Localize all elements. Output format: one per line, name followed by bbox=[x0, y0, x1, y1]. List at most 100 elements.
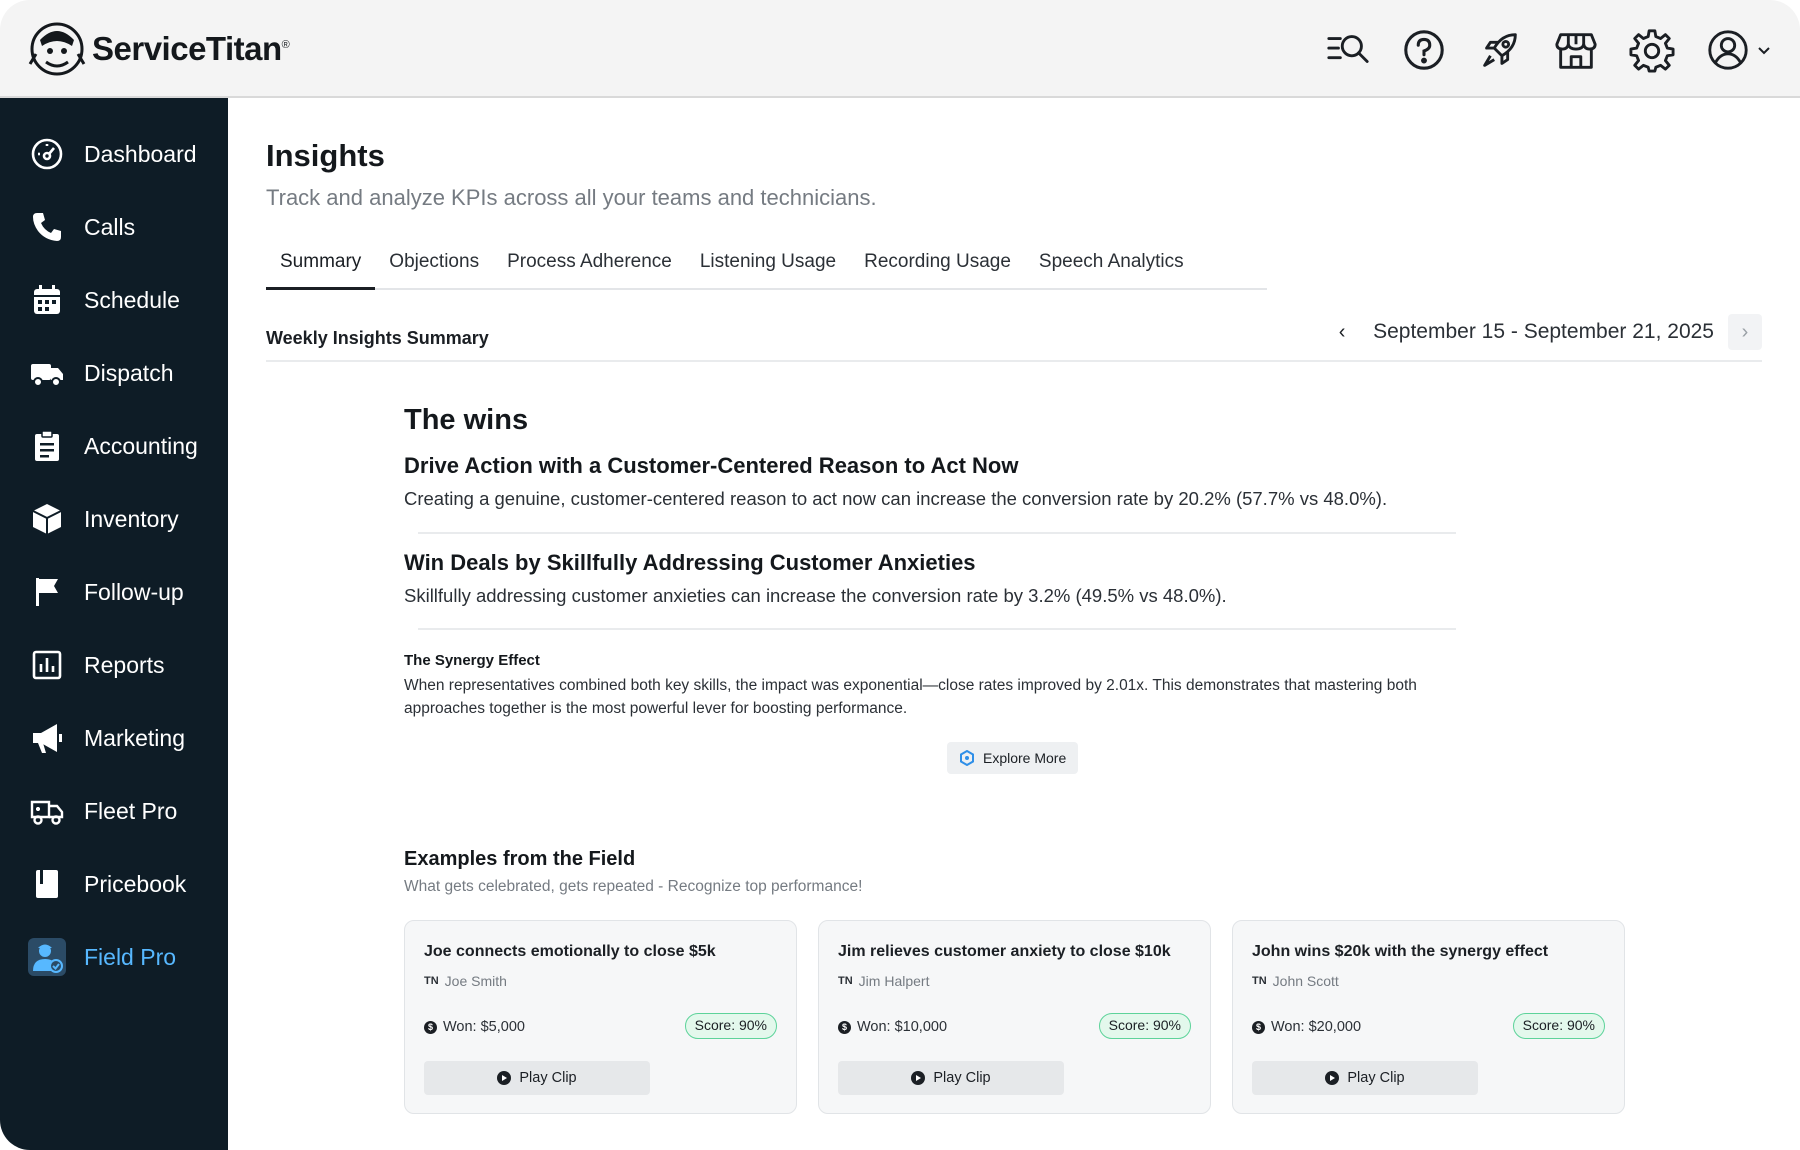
play-clip-button[interactable]: Play Clip bbox=[838, 1061, 1064, 1095]
store-icon[interactable] bbox=[1552, 26, 1600, 74]
win-text: Skillfully addressing customer anxieties… bbox=[404, 585, 1227, 606]
flag-icon bbox=[28, 573, 66, 611]
score-badge: Score: 90% bbox=[1512, 1013, 1605, 1039]
examples-heading: Examples from the Field bbox=[404, 848, 636, 870]
play-clip-label: Play Clip bbox=[519, 1070, 577, 1086]
win-title: Win Deals by Skillfully Addressing Custo… bbox=[404, 550, 976, 575]
phone-icon bbox=[28, 208, 66, 246]
account-icon[interactable] bbox=[1704, 26, 1752, 74]
rocket-icon[interactable] bbox=[1476, 26, 1524, 74]
won-amount-label: Won: $10,000 bbox=[857, 1019, 948, 1035]
fleet-truck-icon bbox=[28, 792, 66, 830]
titan-head-icon bbox=[28, 22, 86, 76]
sidebar-item-label: Reports bbox=[84, 651, 165, 678]
sidebar-item-fleet-pro[interactable]: Fleet Pro bbox=[28, 787, 177, 835]
sidebar-item-marketing[interactable]: Marketing bbox=[28, 714, 185, 762]
play-clip-label: Play Clip bbox=[933, 1070, 991, 1086]
score-badge: Score: 90% bbox=[684, 1013, 777, 1039]
sidebar-item-label: Calls bbox=[84, 213, 136, 240]
calendar-icon bbox=[28, 281, 66, 319]
sidebar-item-follow-up[interactable]: Follow-up bbox=[28, 568, 184, 616]
sidebar-item-field-pro[interactable]: Field Pro bbox=[28, 933, 176, 981]
card-title: Jim relieves customer anxiety to close $… bbox=[838, 943, 1171, 960]
sidebar-item-pricebook[interactable]: Pricebook bbox=[28, 860, 186, 908]
technician-name-label: Jim Halpert bbox=[858, 973, 930, 989]
play-icon bbox=[1325, 1071, 1340, 1085]
synergy-text: When representatives combined both key s… bbox=[404, 677, 1417, 717]
page-title: Insights bbox=[266, 138, 385, 173]
sidebar-item-schedule[interactable]: Schedule bbox=[28, 276, 180, 324]
sidebar-item-reports[interactable]: Reports bbox=[28, 641, 165, 689]
clipboard-icon bbox=[28, 427, 66, 465]
sidebar-item-label: Dashboard bbox=[84, 140, 197, 167]
technician-badge: TN bbox=[1252, 975, 1267, 987]
sidebar-item-label: Pricebook bbox=[84, 870, 187, 897]
sidebar-item-label: Schedule bbox=[84, 286, 180, 313]
megaphone-icon bbox=[28, 719, 66, 757]
bar-chart-icon bbox=[28, 646, 66, 684]
play-icon bbox=[911, 1071, 926, 1085]
win-text: Creating a genuine, customer-centered re… bbox=[404, 488, 1388, 509]
play-clip-label: Play Clip bbox=[1347, 1070, 1405, 1086]
won-amount-label: Won: $20,000 bbox=[1271, 1019, 1362, 1035]
example-card[interactable]: Jim relieves customer anxiety to close $… bbox=[818, 920, 1211, 1114]
book-icon bbox=[28, 865, 66, 903]
sidebar-item-accounting[interactable]: Accounting bbox=[28, 422, 198, 470]
won-amount: $ Won: $10,000 bbox=[838, 1019, 947, 1035]
won-amount: $ Won: $5,000 bbox=[424, 1019, 525, 1035]
technician-badge: TN bbox=[424, 975, 439, 987]
truck-icon bbox=[28, 354, 66, 392]
sidebar: Dashboard Calls Schedule Dispatch Accoun… bbox=[0, 98, 228, 1150]
sidebar-item-label: Marketing bbox=[84, 724, 185, 751]
dollar-icon: $ bbox=[1252, 1020, 1265, 1034]
dollar-icon: $ bbox=[424, 1020, 437, 1034]
wins-heading: The wins bbox=[404, 404, 529, 436]
registered-mark: ® bbox=[281, 39, 290, 51]
servicetitan-logo[interactable]: ServiceTitan® bbox=[28, 20, 290, 78]
hexagon-icon bbox=[960, 750, 974, 766]
divider bbox=[418, 532, 1456, 534]
account-menu[interactable] bbox=[1704, 26, 1772, 74]
sidebar-item-label: Fleet Pro bbox=[84, 797, 178, 824]
sidebar-item-calls[interactable]: Calls bbox=[28, 203, 135, 251]
brand-name: ServiceTitan® bbox=[92, 30, 290, 67]
sidebar-item-label: Inventory bbox=[84, 505, 179, 532]
technician-name: TN Joe Smith bbox=[424, 973, 507, 989]
tab-summary[interactable]: Summary bbox=[266, 246, 376, 290]
play-icon bbox=[497, 1071, 512, 1085]
example-card[interactable]: Joe connects emotionally to close $5k TN… bbox=[404, 920, 797, 1114]
sidebar-item-dashboard[interactable]: Dashboard bbox=[28, 130, 197, 178]
divider bbox=[418, 628, 1456, 630]
sidebar-item-label: Field Pro bbox=[84, 943, 177, 970]
card-title: John wins $20k with the synergy effect bbox=[1252, 943, 1549, 960]
explore-more-button[interactable]: Explore More bbox=[947, 742, 1079, 774]
technician-name-label: John Scott bbox=[1272, 973, 1339, 989]
sidebar-item-label: Accounting bbox=[84, 432, 198, 459]
technician-name: TN John Scott bbox=[1252, 973, 1339, 989]
chevron-down-icon[interactable] bbox=[1756, 42, 1772, 58]
next-week-button[interactable]: › bbox=[1728, 314, 1762, 350]
synergy-title: The Synergy Effect bbox=[404, 652, 540, 669]
win-title: Drive Action with a Customer-Centered Re… bbox=[404, 453, 1019, 478]
won-amount-label: Won: $5,000 bbox=[443, 1019, 525, 1035]
technician-icon bbox=[28, 938, 66, 976]
card-title: Joe connects emotionally to close $5k bbox=[424, 943, 716, 960]
play-clip-button[interactable]: Play Clip bbox=[1252, 1061, 1478, 1095]
sidebar-item-label: Follow-up bbox=[84, 578, 184, 605]
technician-name-label: Joe Smith bbox=[444, 973, 507, 989]
play-clip-button[interactable]: Play Clip bbox=[424, 1061, 650, 1095]
example-card[interactable]: John wins $20k with the synergy effect T… bbox=[1232, 920, 1625, 1114]
score-badge: Score: 90% bbox=[1098, 1013, 1191, 1039]
sidebar-item-label: Dispatch bbox=[84, 359, 174, 386]
sidebar-item-inventory[interactable]: Inventory bbox=[28, 495, 179, 543]
explore-more-label: Explore More bbox=[983, 750, 1067, 766]
sidebar-item-dispatch[interactable]: Dispatch bbox=[28, 349, 173, 397]
technician-name: TN Jim Halpert bbox=[838, 973, 929, 989]
examples-subtitle: What gets celebrated, gets repeated - Re… bbox=[404, 878, 863, 895]
technician-badge: TN bbox=[838, 975, 853, 987]
box-icon bbox=[28, 500, 66, 538]
won-amount: $ Won: $20,000 bbox=[1252, 1019, 1361, 1035]
dollar-icon: $ bbox=[838, 1020, 851, 1034]
gear-icon[interactable] bbox=[1628, 26, 1676, 74]
dashboard-icon bbox=[28, 135, 66, 173]
